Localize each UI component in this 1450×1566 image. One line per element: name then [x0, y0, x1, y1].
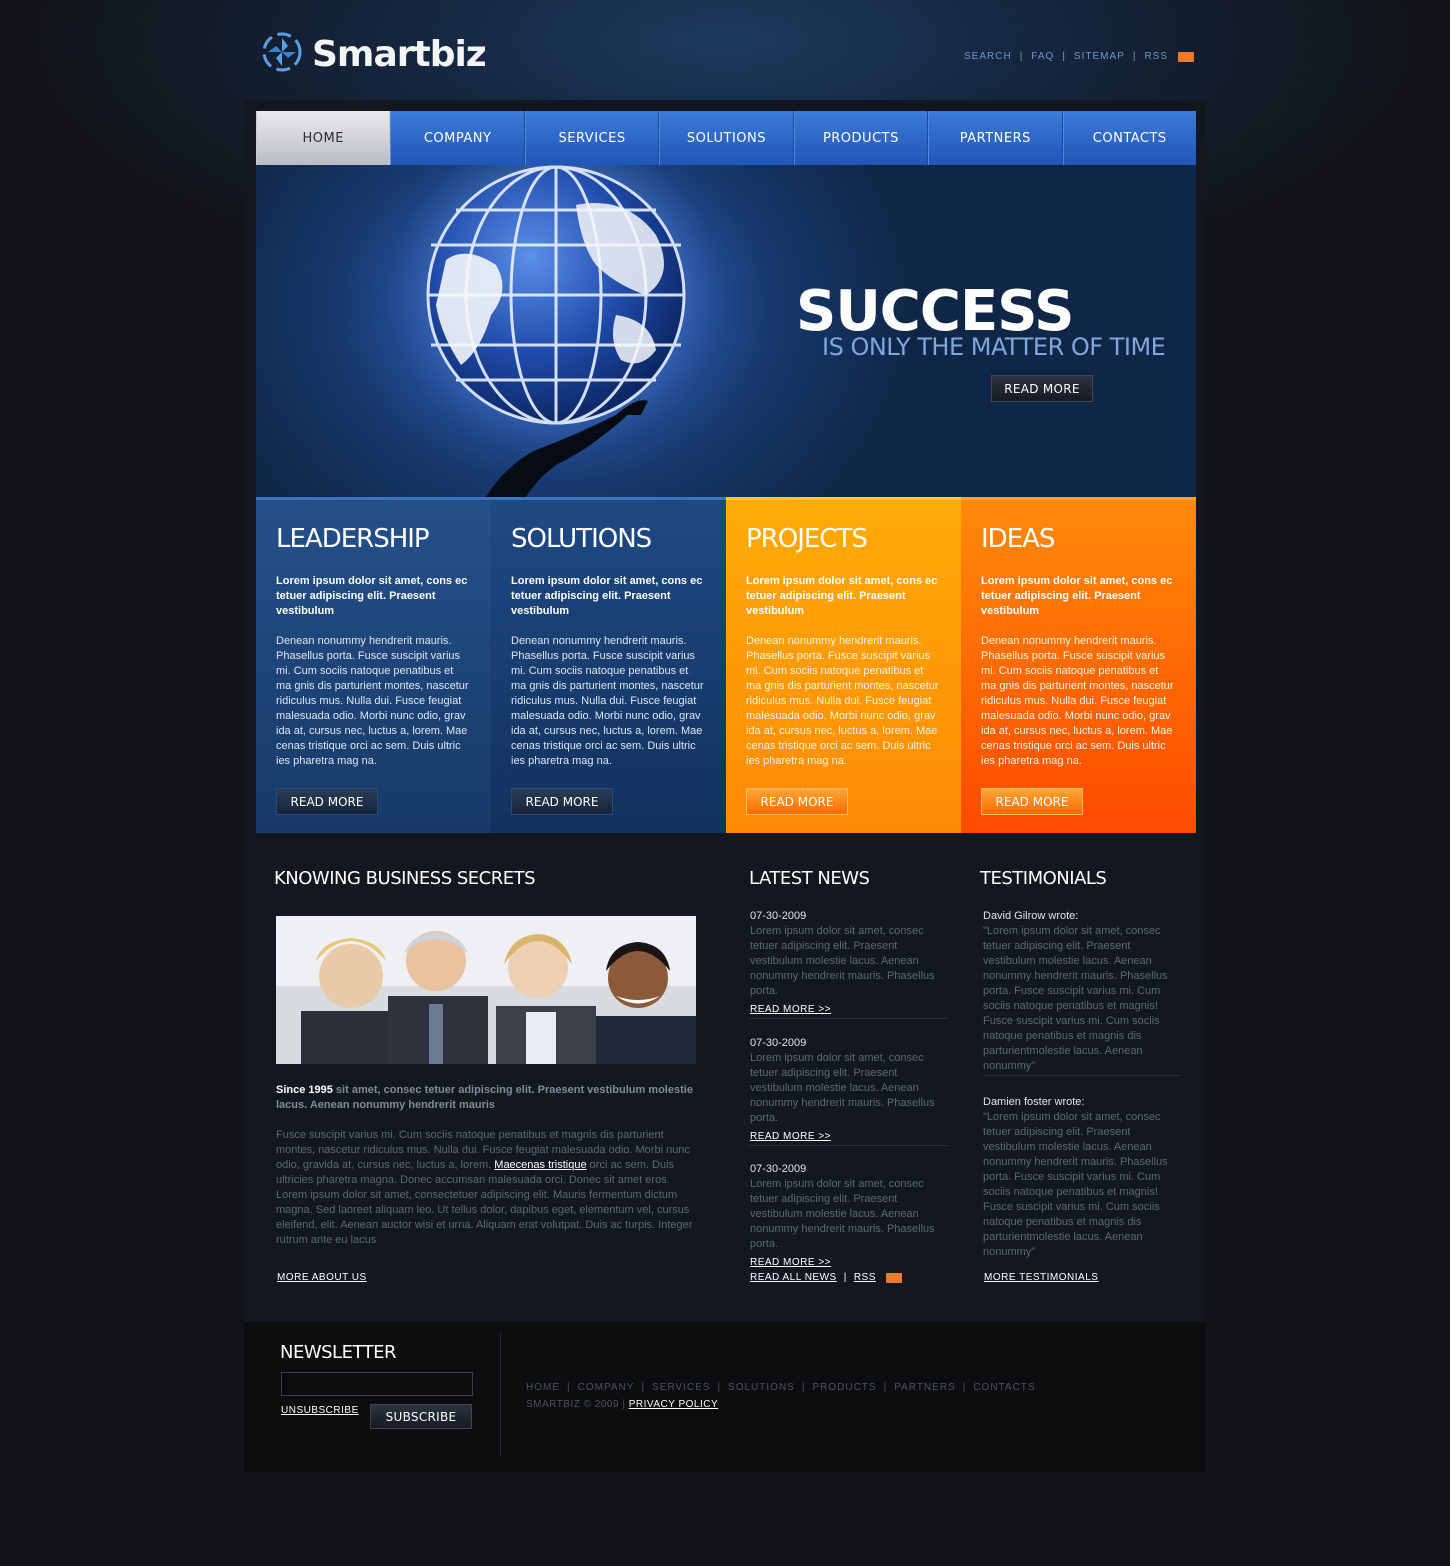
testimonial-item: Damien foster wrote: "Lorem ipsum dolor … — [983, 1095, 1183, 1260]
copyright: SMARTBIZ © 2009 | PRIVACY POLICY — [526, 1399, 718, 1410]
subscribe-button[interactable]: SUBSCRIBE — [370, 1404, 472, 1429]
testimonial-item: David Gilrow wrote: "Lorem ipsum dolor s… — [983, 909, 1183, 1074]
feature-title: IDEAS — [981, 524, 1055, 554]
business-team-photo — [276, 916, 696, 1064]
footer-nav: HOME | COMPANY | SERVICES | SOLUTIONS | PROD… — [526, 1382, 1036, 1393]
rss-icon[interactable] — [1178, 51, 1194, 62]
nav-services[interactable]: SERVICES — [524, 111, 660, 165]
hero-banner: SUCCESS IS ONLY THE MATTER OF TIME READ … — [256, 165, 1196, 497]
footer-nav-partners[interactable]: PARTNERS — [894, 1382, 956, 1393]
unsubscribe-link[interactable]: UNSUBSCRIBE — [281, 1405, 359, 1416]
footer-nav-home[interactable]: HOME — [526, 1382, 560, 1393]
ideas-read-more-button[interactable]: READ MORE — [981, 788, 1083, 815]
footer-divider — [500, 1332, 501, 1456]
maecenas-link[interactable]: Maecenas tristique — [494, 1159, 586, 1171]
logo[interactable]: Smartbiz — [262, 32, 487, 77]
footer-nav-solutions[interactable]: SOLUTIONS — [728, 1382, 795, 1393]
testimonial-author: David Gilrow wrote: — [983, 910, 1079, 922]
nav-products[interactable]: PRODUCTS — [793, 111, 929, 165]
feature-boxes: LEADERSHIP Lorem ipsum dolor sit amet, c… — [256, 497, 1196, 833]
footer-nav-services[interactable]: SERVICES — [652, 1382, 710, 1393]
news-read-more-link[interactable]: READ MORE >> — [750, 1131, 831, 1142]
secrets-title: KNOWING BUSINESS SECRETS — [274, 868, 536, 889]
newsletter-email-input[interactable] — [281, 1372, 473, 1396]
feature-lead: Lorem ipsum dolor sit amet, cons ec tetu… — [276, 575, 468, 617]
main-nav: HOME COMPANY SERVICES SOLUTIONS PRODUCTS… — [256, 111, 1196, 165]
since-rest: sit amet, consec tetuer adipiscing elit.… — [276, 1084, 693, 1111]
brand-name: Smartbiz — [312, 34, 487, 75]
news-text: Lorem ipsum dolor sit amet, consec tetue… — [750, 1052, 935, 1124]
feature-projects: PROJECTS Lorem ipsum dolor sit amet, con… — [726, 497, 961, 833]
news-text: Lorem ipsum dolor sit amet, consec tetue… — [750, 925, 935, 997]
nav-home[interactable]: HOME — [256, 111, 391, 165]
feature-body: Denean nonummy hendrerit mauris. Phasell… — [981, 635, 1174, 767]
testimonial-author: Damien foster wrote: — [983, 1096, 1085, 1108]
feature-ideas: IDEAS Lorem ipsum dolor sit amet, cons e… — [961, 497, 1196, 833]
news-item: 07-30-2009 Lorem ipsum dolor sit amet, c… — [750, 1036, 948, 1144]
feature-lead: Lorem ipsum dolor sit amet, cons ec tetu… — [511, 575, 703, 617]
news-date: 07-30-2009 — [750, 1037, 807, 1049]
feature-leadership: LEADERSHIP Lorem ipsum dolor sit amet, c… — [256, 497, 491, 833]
news-read-more-link[interactable]: READ MORE >> — [750, 1004, 831, 1015]
about-text-part: orci ac sem. Duis ultricies pharetra mag… — [276, 1159, 693, 1246]
feature-body: Denean nonummy hendrerit mauris. Phasell… — [746, 635, 939, 767]
footer-nav-company[interactable]: COMPANY — [578, 1382, 635, 1393]
search-link[interactable]: SEARCH — [964, 51, 1012, 62]
news-date: 07-30-2009 — [750, 1163, 807, 1175]
feature-lead: Lorem ipsum dolor sit amet, cons ec tetu… — [746, 575, 938, 617]
copyright-text: SMARTBIZ © 2009 | — [526, 1399, 626, 1410]
globe-hand-image — [386, 165, 726, 497]
nav-contacts[interactable]: CONTACTS — [1062, 111, 1196, 165]
news-divider — [750, 1018, 948, 1019]
feature-body: Denean nonummy hendrerit mauris. Phasell… — [511, 635, 704, 767]
about-text: Fusce suscipit varius mi. Cum sociis nat… — [276, 1128, 696, 1248]
footer-nav-contacts[interactable]: CONTACTS — [973, 1382, 1035, 1393]
testimonials-title: TESTIMONIALS — [980, 868, 1107, 889]
news-title: LATEST NEWS — [749, 868, 870, 889]
nav-solutions[interactable]: SOLUTIONS — [659, 111, 794, 165]
nav-partners[interactable]: PARTNERS — [928, 111, 1063, 165]
feature-body: Denean nonummy hendrerit mauris. Phasell… — [276, 635, 469, 767]
testimonial-text: "Lorem ipsum dolor sit amet, consec tetu… — [983, 1111, 1168, 1258]
projects-read-more-button[interactable]: READ MORE — [746, 788, 848, 815]
read-all-news-link[interactable]: READ ALL NEWS — [750, 1272, 837, 1283]
more-about-us-link[interactable]: MORE ABOUT US — [277, 1272, 367, 1283]
feature-lead: Lorem ipsum dolor sit amet, cons ec tetu… — [981, 575, 1173, 617]
since-year: Since 1995 — [276, 1084, 333, 1096]
since-text: Since 1995 sit amet, consec tetuer adipi… — [276, 1083, 696, 1113]
hero-subtitle: IS ONLY THE MATTER OF TIME — [822, 333, 1166, 361]
testimonial-text: "Lorem ipsum dolor sit amet, consec tetu… — [983, 925, 1168, 1072]
news-date: 07-30-2009 — [750, 910, 807, 922]
news-footer: READ ALL NEWS | RSS — [750, 1272, 902, 1283]
leadership-read-more-button[interactable]: READ MORE — [276, 788, 378, 815]
privacy-policy-link[interactable]: PRIVACY POLICY — [629, 1399, 718, 1410]
news-divider — [750, 1145, 948, 1146]
more-testimonials-link[interactable]: MORE TESTIMONIALS — [984, 1272, 1098, 1283]
feature-solutions: SOLUTIONS Lorem ipsum dolor sit amet, co… — [491, 497, 726, 833]
news-item: 07-30-2009 Lorem ipsum dolor sit amet, c… — [750, 1162, 948, 1270]
rss-link[interactable]: RSS — [1144, 51, 1168, 62]
news-rss-link[interactable]: RSS — [854, 1272, 876, 1283]
footer-nav-products[interactable]: PRODUCTS — [812, 1382, 876, 1393]
top-links: SEARCH | FAQ | SITEMAP | RSS — [964, 51, 1194, 62]
sitemap-link[interactable]: SITEMAP — [1074, 51, 1125, 62]
rss-icon[interactable] — [885, 1272, 902, 1283]
faq-link[interactable]: FAQ — [1031, 51, 1054, 62]
feature-title: PROJECTS — [746, 524, 868, 554]
nav-company[interactable]: COMPANY — [390, 111, 525, 165]
news-read-more-link[interactable]: READ MORE >> — [750, 1257, 831, 1268]
news-text: Lorem ipsum dolor sit amet, consec tetue… — [750, 1178, 935, 1250]
testimonial-divider — [983, 1075, 1181, 1076]
news-item: 07-30-2009 Lorem ipsum dolor sit amet, c… — [750, 909, 948, 1017]
hero-read-more-button[interactable]: READ MORE — [991, 375, 1093, 402]
logo-icon — [262, 32, 302, 77]
feature-title: SOLUTIONS — [511, 524, 652, 554]
newsletter-title: NEWSLETTER — [280, 1342, 397, 1363]
solutions-read-more-button[interactable]: READ MORE — [511, 788, 613, 815]
feature-title: LEADERSHIP — [276, 524, 430, 554]
